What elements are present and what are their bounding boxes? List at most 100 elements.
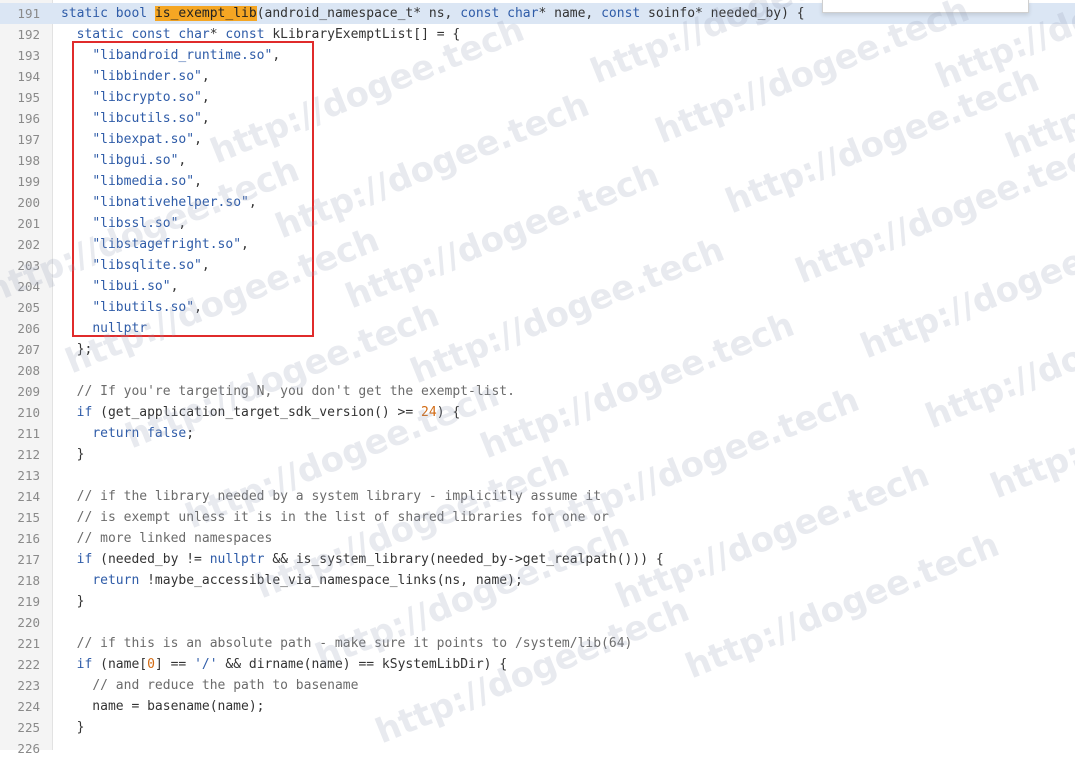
code-token: // and reduce the path to basename [92,678,359,693]
code-line[interactable]: 192 static const char* const kLibraryExe… [0,24,1075,45]
line-number: 226 [17,741,40,756]
line-number: 225 [17,720,40,735]
code-line[interactable]: 221 // if this is an absolute path - mak… [0,633,1075,654]
line-number: 218 [17,573,40,588]
code-token: "libmedia.so" [92,174,195,189]
code-token: const [601,6,641,21]
code-token: char [507,6,539,21]
code-token: // is exempt unless it is in the list of… [76,510,609,525]
code-line[interactable]: 209 // If you're targeting N, you don't … [0,381,1075,402]
code-line[interactable]: 208 [0,360,1075,381]
code-line[interactable]: 224 name = basename(name); [0,696,1075,717]
line-number: 191 [17,6,40,21]
code-line[interactable]: 220 [0,612,1075,633]
code-token: , [194,300,202,315]
line-text: static const char* const kLibraryExemptL… [61,24,461,45]
code-line[interactable]: 207 }; [0,339,1075,360]
code-line[interactable]: 211 return false; [0,423,1075,444]
line-number: 219 [17,594,40,609]
code-line[interactable]: 214 // if the library needed by a system… [0,486,1075,507]
code-line[interactable]: 206 nullptr [0,318,1075,339]
code-line[interactable]: 219 } [0,591,1075,612]
code-token: , [178,216,187,231]
code-line[interactable]: 199 "libmedia.so", [0,171,1075,192]
line-text: "libui.so", [61,276,178,297]
code-line[interactable]: 212 } [0,444,1075,465]
line-text: return !maybe_accessible_via_namespace_l… [61,570,522,591]
search-match: is_exempt_lib [154,6,257,21]
line-text: "libcrypto.so", [61,87,209,108]
code-line[interactable]: 216 // more linked namespaces [0,528,1075,549]
line-number: 213 [17,468,40,483]
line-number: 205 [17,300,40,315]
line-text: "libmedia.so", [61,171,202,192]
code-token: * [209,27,226,42]
code-token: * name, [538,6,602,21]
code-token: return [92,573,140,588]
line-text: // if this is an absolute path - make su… [61,633,633,654]
code-token: static [76,27,124,42]
code-token: // if the library needed by a system lib… [76,489,602,504]
code-token: '/' [194,657,218,672]
line-text: "libutils.so", [61,297,202,318]
code-token: (get_application_target_sdk_version() >= [92,405,422,420]
code-line[interactable]: 225 } [0,717,1075,738]
code-token: (name[ [92,657,148,672]
code-line[interactable]: 196 "libcutils.so", [0,108,1075,129]
line-number: 197 [17,132,40,147]
code-line[interactable]: 194 "libbinder.so", [0,66,1075,87]
line-number: 195 [17,90,40,105]
line-number: 221 [17,636,40,651]
code-line[interactable]: 217 if (needed_by != nullptr && is_syste… [0,549,1075,570]
code-editor[interactable]: 191 static bool is_exempt_lib(android_nam… [0,3,1075,759]
code-token: (needed_by != [92,552,210,567]
code-token: "libexpat.so" [92,132,195,147]
line-number: 222 [17,657,40,672]
line-number: 202 [17,237,40,252]
code-line[interactable]: 193 "libandroid_runtime.so", [0,45,1075,66]
code-token: static [61,6,108,21]
code-line[interactable]: 205 "libutils.so", [0,297,1075,318]
code-token: // if this is an absolute path - make su… [76,636,633,651]
code-token: // If you're targeting N, you don't get … [76,384,515,399]
code-token: char [178,27,210,42]
line-text: return false; [61,423,194,444]
code-line[interactable]: 195 "libcrypto.so", [0,87,1075,108]
code-line[interactable]: 201 "libssl.so", [0,213,1075,234]
code-line[interactable]: 197 "libexpat.so", [0,129,1075,150]
code-token: if [76,405,93,420]
line-number: 198 [17,153,40,168]
code-line[interactable]: 210 if (get_application_target_sdk_versi… [0,402,1075,423]
code-line[interactable]: 222 if (name[0] == '/' && dirname(name) … [0,654,1075,675]
line-text: "libbinder.so", [61,66,209,87]
code-line[interactable]: 204 "libui.so", [0,276,1075,297]
code-line[interactable]: 203 "libsqlite.so", [0,255,1075,276]
line-number: 217 [17,552,40,567]
line-number: 207 [17,342,40,357]
code-line[interactable]: 213 [0,465,1075,486]
code-token: "libstagefright.so" [92,237,242,252]
code-line[interactable]: 215 // is exempt unless it is in the lis… [0,507,1075,528]
code-token: "libgui.so" [92,153,179,168]
code-line[interactable]: 223 // and reduce the path to basename [0,675,1075,696]
code-line[interactable]: 202 "libstagefright.so", [0,234,1075,255]
code-line[interactable]: 198 "libgui.so", [0,150,1075,171]
code-token: , [241,237,249,252]
code-line[interactable]: 218 return !maybe_accessible_via_namespa… [0,570,1075,591]
code-line[interactable]: 200 "libnativehelper.so", [0,192,1075,213]
code-token: ] == [154,657,195,672]
code-line[interactable]: 226 [0,738,1075,759]
line-text: if (needed_by != nullptr && is_system_li… [61,549,664,570]
code-token: ; [186,426,195,441]
